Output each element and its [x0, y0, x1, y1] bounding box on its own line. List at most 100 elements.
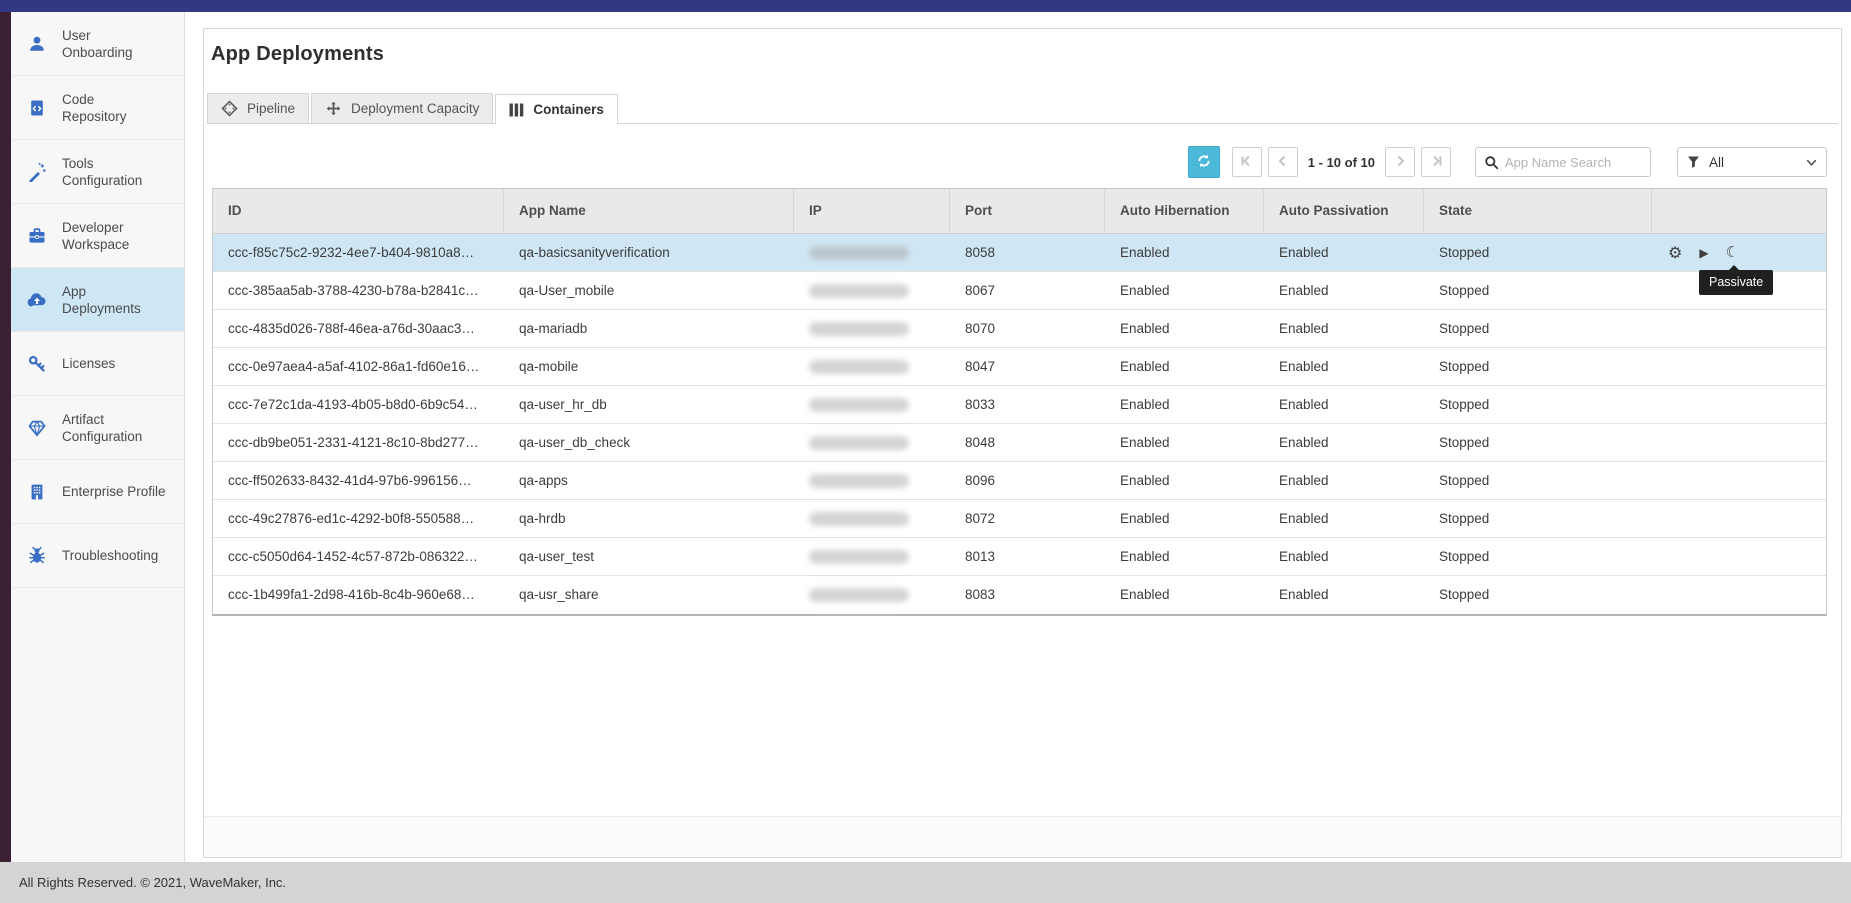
- sidebar-item-code-repository[interactable]: CodeRepository: [11, 76, 184, 140]
- cell-auto-hibernation: Enabled: [1105, 576, 1264, 614]
- table-row-qa-mariadb[interactable]: ccc-4835d026-788f-46ea-a76d-30aac3…qa-ma…: [213, 310, 1826, 348]
- redacted-ip: [809, 398, 909, 412]
- move-icon: [325, 100, 342, 117]
- first-page-icon: [1238, 152, 1256, 173]
- cell-state: Stopped: [1424, 272, 1652, 309]
- table-row-qa-user-hr-db[interactable]: ccc-7e72c1da-4193-4b05-b8d0-6b9c54…qa-us…: [213, 386, 1826, 424]
- sidebar-item-label: ArtifactConfiguration: [62, 411, 142, 445]
- cell-ip: [794, 272, 950, 309]
- cell-app-name: qa-usr_share: [504, 576, 794, 614]
- cell-port: 8070: [950, 310, 1105, 347]
- code-repository-icon: [26, 97, 48, 119]
- key-icon: [26, 353, 48, 375]
- last-page-button[interactable]: [1421, 147, 1451, 177]
- cell-ip: [794, 310, 950, 347]
- cell-auto-hibernation: Enabled: [1105, 500, 1264, 537]
- tab-containers[interactable]: Containers: [495, 94, 618, 125]
- left-edge-strip: [0, 12, 11, 862]
- sidebar-item-licenses[interactable]: Licenses: [11, 332, 184, 396]
- cell-auto-passivation: Enabled: [1264, 310, 1424, 347]
- sidebar-item-developer-workspace[interactable]: DeveloperWorkspace: [11, 204, 184, 268]
- column-header-auto-hibernation: Auto Hibernation: [1105, 189, 1264, 233]
- first-page-button[interactable]: [1232, 147, 1262, 177]
- cell-id: ccc-7e72c1da-4193-4b05-b8d0-6b9c54…: [213, 386, 504, 423]
- cell-ip: [794, 386, 950, 423]
- cell-id: ccc-ff502633-8432-41d4-97b6-996156…: [213, 462, 504, 499]
- cell-auto-passivation: Enabled: [1264, 424, 1424, 461]
- bug-icon: [26, 545, 48, 567]
- cell-state: Stopped: [1424, 234, 1652, 271]
- cell-auto-passivation: Enabled: [1264, 386, 1424, 423]
- user-icon: [26, 33, 48, 55]
- table-row-qa-user-db-check[interactable]: ccc-db9be051-2331-4121-8c10-8bd277…qa-us…: [213, 424, 1826, 462]
- cell-port: 8013: [950, 538, 1105, 575]
- tab-pipeline[interactable]: Pipeline: [207, 93, 309, 124]
- cell-app-name: qa-hrdb: [504, 500, 794, 537]
- gem-icon: [26, 417, 48, 439]
- cell-actions: [1652, 500, 1828, 537]
- table-row-qa-basicsanityverification[interactable]: ccc-f85c75c2-9232-4ee7-b404-9810a8…qa-ba…: [213, 234, 1826, 272]
- sidebar-item-label: Licenses: [62, 355, 115, 372]
- tab-deployment-capacity[interactable]: Deployment Capacity: [311, 93, 493, 124]
- refresh-icon: [1196, 153, 1212, 172]
- redacted-ip: [809, 360, 909, 374]
- cell-actions: [1652, 576, 1828, 614]
- filter-select[interactable]: All: [1677, 147, 1827, 177]
- cell-port: 8072: [950, 500, 1105, 537]
- cell-state: Stopped: [1424, 538, 1652, 575]
- redacted-ip: [809, 512, 909, 526]
- table-row-qa-user-test[interactable]: ccc-c5050d64-1452-4c57-872b-086322…qa-us…: [213, 538, 1826, 576]
- cell-port: 8096: [950, 462, 1105, 499]
- column-header-id: ID: [213, 189, 504, 233]
- next-page-button[interactable]: [1385, 147, 1415, 177]
- table-row-qa-hrdb[interactable]: ccc-49c27876-ed1c-4292-b0f8-550588…qa-hr…: [213, 500, 1826, 538]
- table-row-qa-usr-share[interactable]: ccc-1b499fa1-2d98-416b-8c4b-960e68…qa-us…: [213, 576, 1826, 614]
- pipeline-icon: [221, 100, 238, 117]
- table-toolbar: 1 - 10 of 10 All: [1188, 146, 1827, 178]
- cell-state: Stopped: [1424, 424, 1652, 461]
- table-row-qa-apps[interactable]: ccc-ff502633-8432-41d4-97b6-996156…qa-ap…: [213, 462, 1826, 500]
- sidebar-item-artifact-configuration[interactable]: ArtifactConfiguration: [11, 396, 184, 460]
- cell-port: 8067: [950, 272, 1105, 309]
- cell-app-name: qa-apps: [504, 462, 794, 499]
- cell-ip: [794, 538, 950, 575]
- main-area: App Deployments PipelineDeployment Capac…: [185, 12, 1851, 862]
- cell-port: 8058: [950, 234, 1105, 271]
- sidebar-item-enterprise-profile[interactable]: Enterprise Profile: [11, 460, 184, 524]
- cell-auto-hibernation: Enabled: [1105, 424, 1264, 461]
- sidebar-item-user-onboarding[interactable]: UserOnboarding: [11, 12, 184, 76]
- passivate-icon[interactable]: ☾: [1726, 245, 1739, 260]
- sidebar-item-troubleshooting[interactable]: Troubleshooting: [11, 524, 184, 588]
- top-accent-bar: [0, 0, 1851, 12]
- next-page-icon: [1391, 152, 1409, 173]
- sidebar-item-label: DeveloperWorkspace: [62, 219, 129, 253]
- cell-id: ccc-1b499fa1-2d98-416b-8c4b-960e68…: [213, 576, 504, 614]
- sidebar-item-label: ToolsConfiguration: [62, 155, 142, 189]
- magic-wand-icon: [26, 161, 48, 183]
- cell-app-name: qa-User_mobile: [504, 272, 794, 309]
- passivate-tooltip: Passivate: [1699, 270, 1773, 295]
- redacted-ip: [809, 284, 909, 298]
- cell-actions: [1652, 310, 1828, 347]
- table-row-qa-mobile[interactable]: ccc-0e97aea4-a5af-4102-86a1-fd60e16…qa-m…: [213, 348, 1826, 386]
- settings-icon[interactable]: ⚙: [1668, 245, 1682, 261]
- cell-ip: [794, 576, 950, 614]
- cell-app-name: qa-mobile: [504, 348, 794, 385]
- footer: All Rights Reserved. © 2021, WaveMaker, …: [0, 862, 1851, 903]
- sidebar-item-tools-configuration[interactable]: ToolsConfiguration: [11, 140, 184, 204]
- sidebar-item-app-deployments[interactable]: AppDeployments: [11, 268, 184, 332]
- prev-page-button[interactable]: [1268, 147, 1298, 177]
- last-page-icon: [1427, 152, 1445, 173]
- cell-actions: [1652, 538, 1828, 575]
- column-header-ip: IP: [794, 189, 950, 233]
- column-header-app-name: App Name: [504, 189, 794, 233]
- table-row-qa-user-mobile[interactable]: ccc-385aa5ab-3788-4230-b78a-b2841c…qa-Us…: [213, 272, 1826, 310]
- cell-auto-hibernation: Enabled: [1105, 272, 1264, 309]
- cell-id: ccc-f85c75c2-9232-4ee7-b404-9810a8…: [213, 234, 504, 271]
- cell-auto-passivation: Enabled: [1264, 500, 1424, 537]
- refresh-button[interactable]: [1188, 146, 1220, 178]
- search-input[interactable]: [1505, 155, 1635, 170]
- prev-page-icon: [1274, 152, 1292, 173]
- containers-table: IDApp NameIPPortAuto HibernationAuto Pas…: [212, 188, 1827, 616]
- run-icon[interactable]: ▶: [1699, 247, 1708, 259]
